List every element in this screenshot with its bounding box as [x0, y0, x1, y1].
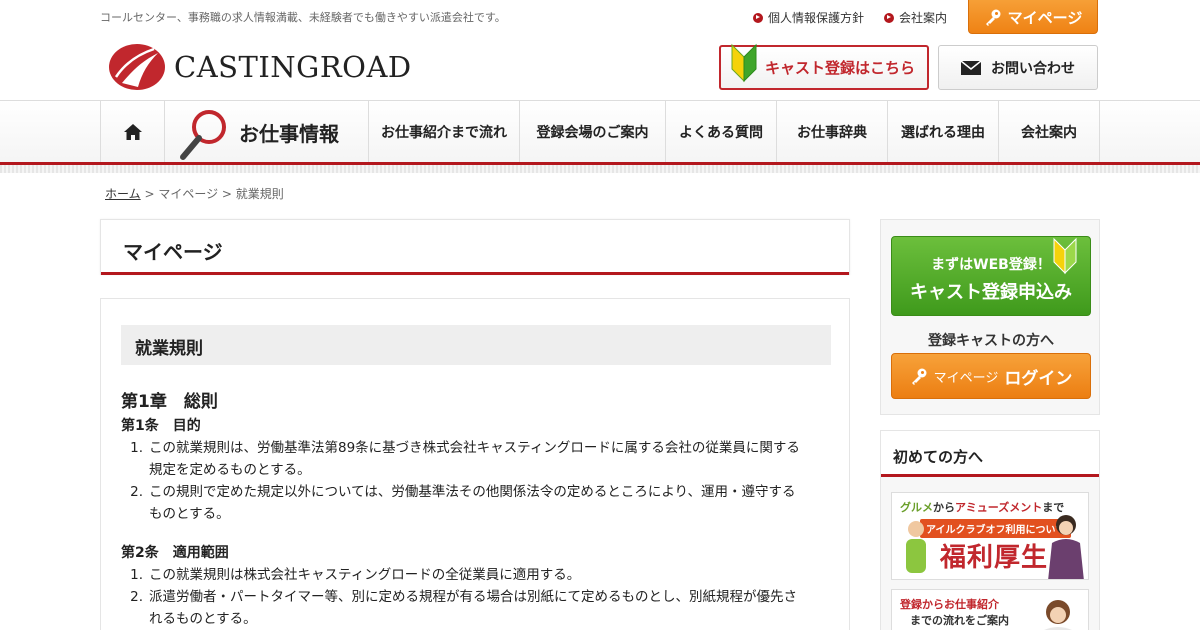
contact-button[interactable]: お問い合わせ [938, 45, 1098, 90]
cast-register-button[interactable]: キャスト登録はこちら [719, 43, 929, 90]
nav-venue[interactable]: 登録会場のご案内 [520, 101, 666, 163]
section-heading: 就業規則 [121, 325, 831, 365]
chapter-heading: 第1章 総則 [121, 392, 218, 412]
rules-content: 就業規則 第1章 総則 第1条 目的 1. この就業規則は、労働基準法第89条に… [100, 298, 850, 630]
road-logo-icon [109, 44, 165, 90]
nav-jobs[interactable]: お仕事情報 [165, 101, 369, 163]
beginner-leaf-icon [1053, 237, 1077, 275]
registered-cast-label: 登録キャストの方へ [928, 333, 1054, 349]
sidebar-first-time-box: 初めての方へ グルメからアミューズメントまで アイルクラブオフ利用について 福利… [880, 430, 1100, 630]
mypage-login-button[interactable]: マイページ ログイン [891, 353, 1091, 399]
list-item: 2. 派遣労働者・パートタイマー等、別に定める規程が有る場合は別紙にて定めるもの… [130, 589, 797, 627]
top-links: 個人情報保護方針 会社案内 [753, 9, 947, 26]
nav-company[interactable]: 会社案内 [999, 101, 1100, 163]
woman-photo-icon [1048, 515, 1084, 579]
page-title-box: マイページ [100, 219, 850, 275]
key-icon [911, 368, 927, 385]
list-item: 2. この規則で定めた規定以外については、労働基準法その他関係法令の定めるところ… [130, 484, 796, 522]
article-2-list: 1. この就業規則は株式会社キャスティングロードの全従業員に適用する。 2. 派… [121, 564, 827, 630]
beginner-leaf-icon [731, 43, 757, 83]
woman-photo-icon [1044, 600, 1072, 630]
logo-text: CASTINGROAD [174, 50, 412, 84]
magnifier-icon [180, 110, 226, 160]
list-item: 1. この就業規則は株式会社キャスティングロードの全従業員に適用する。 [130, 567, 581, 583]
list-item: 1. この就業規則は、労働基準法第89条に基づき株式会社キャスティングロードに属… [130, 440, 800, 478]
arrow-bullet-icon [753, 12, 763, 23]
nav-shadow [0, 165, 1200, 173]
first-time-heading: 初めての方へ [881, 431, 1099, 477]
global-nav: お仕事情報 お仕事紹介まで流れ 登録会場のご案内 よくある質問 お仕事辞典 選ば… [0, 100, 1200, 165]
home-icon [123, 124, 142, 140]
nav-job-dictionary[interactable]: お仕事辞典 [777, 101, 888, 163]
nav-faq[interactable]: よくある質問 [666, 101, 777, 163]
breadcrumb-home-link[interactable]: ホーム [105, 187, 141, 201]
company-info-link[interactable]: 会社案内 [884, 9, 947, 26]
breadcrumb-current: 就業規則 [235, 187, 284, 201]
nav-flow[interactable]: お仕事紹介まで流れ [369, 101, 520, 163]
article-1-list: 1. この就業規則は、労働基準法第89条に基づき株式会社キャスティングロードに属… [121, 437, 827, 525]
article-1-title: 第1条 目的 [121, 418, 201, 434]
key-icon [985, 9, 1001, 26]
mypage-button[interactable]: マイページ [968, 0, 1098, 34]
title-underline [101, 272, 849, 275]
nav-home[interactable] [100, 101, 165, 163]
flow-banner[interactable]: 登録からお仕事紹介 までの流れをご案内 [891, 589, 1089, 630]
web-register-button[interactable]: まずはWEB登録！ キャスト登録申込み [891, 236, 1091, 316]
sidebar-register-box: まずはWEB登録！ キャスト登録申込み 登録キャストの方へ マイページ ログイン [880, 219, 1100, 415]
welfare-banner[interactable]: グルメからアミューズメントまで アイルクラブオフ利用について 福利厚生 [891, 492, 1089, 580]
breadcrumb: ホーム > マイページ > 就業規則 [105, 187, 284, 201]
article-2-title: 第2条 適用範囲 [121, 545, 229, 561]
mail-icon [961, 60, 981, 75]
arrow-bullet-icon [884, 12, 895, 23]
site-tagline: コールセンター、事務職の求人情報満載、未経験者でも働きやすい派遣会社です。 [100, 11, 506, 24]
privacy-policy-link[interactable]: 個人情報保護方針 [753, 9, 864, 26]
breadcrumb-mypage: マイページ [158, 187, 219, 201]
nav-reasons[interactable]: 選ばれる理由 [888, 101, 999, 163]
site-logo[interactable]: CASTINGROAD [108, 43, 412, 91]
family-photo-icon [906, 521, 926, 573]
page-title: マイページ [123, 240, 223, 264]
